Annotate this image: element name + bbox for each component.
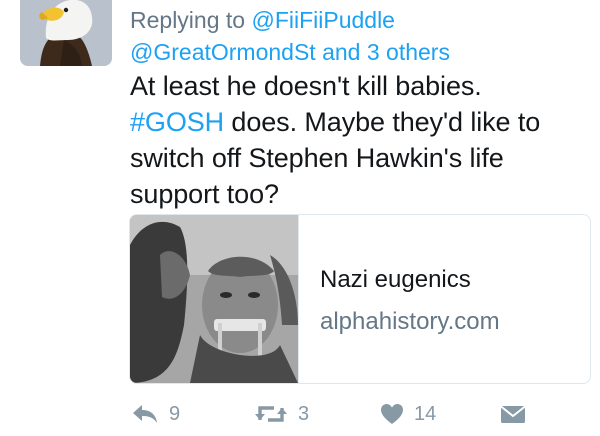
direct-message-button[interactable]	[500, 394, 526, 434]
link-card[interactable]: Nazi eugenics alphahistory.com	[129, 214, 591, 384]
tweet-actions: 9 3 14	[0, 394, 600, 434]
reply-count: 9	[169, 402, 181, 425]
eagle-avatar-image	[20, 0, 112, 66]
card-title: Nazi eugenics	[320, 266, 471, 293]
mention-greatormondst[interactable]: @GreatOrmondSt	[130, 39, 316, 65]
avatar[interactable]	[20, 0, 112, 66]
like-count: 14	[414, 402, 437, 425]
card-domain: alphahistory.com	[320, 308, 500, 335]
replying-to-line: Replying to @FiiFiiPuddle	[130, 5, 395, 35]
tweet-text: At least he doesn't kill babies. #GOSH d…	[130, 68, 580, 212]
card-photo	[130, 215, 298, 383]
replying-to-label: Replying to	[130, 7, 252, 33]
mention-fiifiipuddle[interactable]: @FiiFiiPuddle	[251, 7, 395, 33]
hashtag-gosh[interactable]: #GOSH	[130, 107, 224, 137]
reply-button[interactable]: 9	[131, 394, 180, 434]
card-thumbnail	[130, 215, 299, 383]
heart-icon	[381, 404, 403, 424]
replying-to-others-line[interactable]: @GreatOrmondSt and 3 others	[130, 37, 450, 67]
replying-others-link[interactable]: and 3 others	[316, 39, 450, 65]
tweet-text-body: #GOSH does. Maybe they'd like to switch …	[130, 104, 580, 212]
retweet-button[interactable]: 3	[254, 394, 309, 434]
like-button[interactable]: 14	[380, 394, 436, 434]
retweet-count: 3	[298, 402, 310, 425]
reply-icon	[133, 405, 157, 423]
retweet-icon	[255, 406, 287, 422]
envelope-icon	[500, 405, 526, 423]
tweet-text-line-1: At least he doesn't kill babies.	[130, 71, 482, 101]
